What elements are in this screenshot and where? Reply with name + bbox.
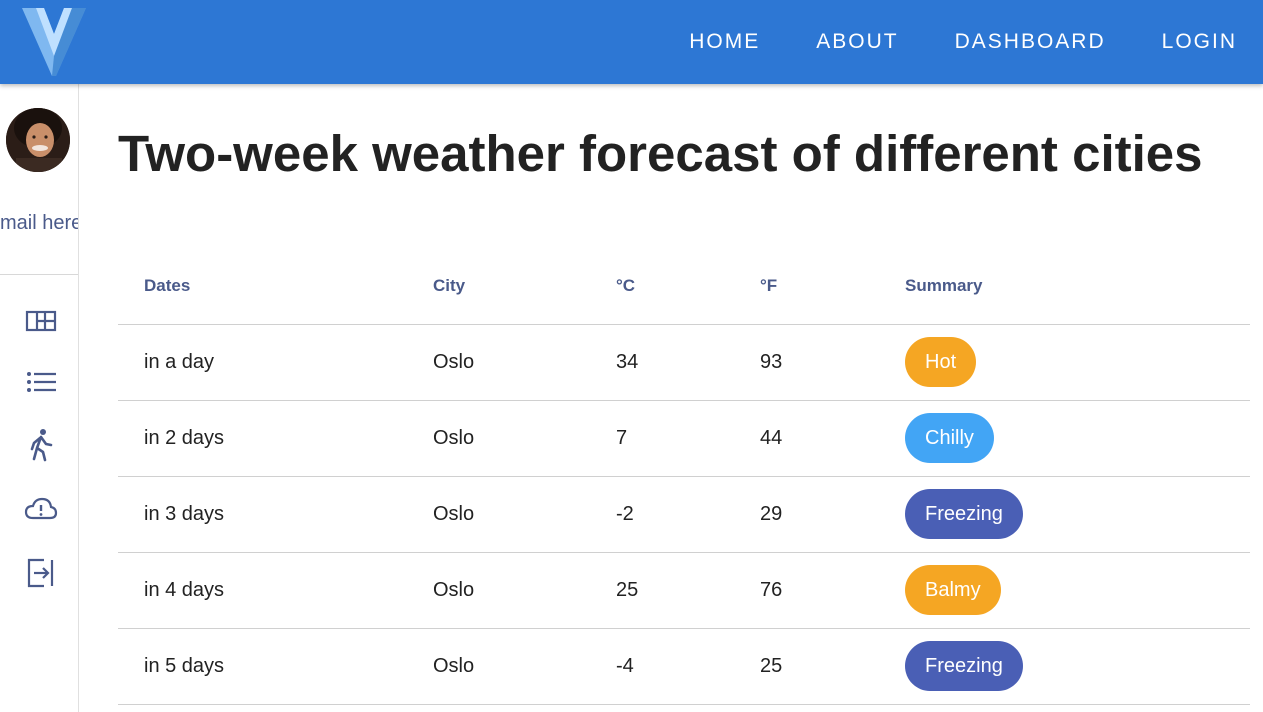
page-title: Two-week weather forecast of different c… xyxy=(118,125,1203,182)
cell-fahrenheit: 29 xyxy=(760,476,905,553)
cell-date: in 5 days xyxy=(118,628,433,705)
cell-fahrenheit: 44 xyxy=(760,400,905,477)
table-row: in 4 days Oslo 25 76 Balmy xyxy=(118,552,1250,629)
summary-chip: Freezing xyxy=(905,641,1023,691)
cell-celsius: -2 xyxy=(616,476,760,553)
sidebar-divider xyxy=(0,274,78,275)
table-header-row: Dates City °C °F Summary xyxy=(118,248,1250,325)
header-city[interactable]: City xyxy=(433,248,616,325)
header-celsius[interactable]: °C xyxy=(616,248,760,325)
dashboard-icon[interactable] xyxy=(24,304,58,338)
cell-city: Oslo xyxy=(433,552,616,629)
summary-chip: Hot xyxy=(905,337,977,387)
cell-fahrenheit: 76 xyxy=(760,552,905,629)
app-bar: HOME ABOUT DASHBOARD LOGIN xyxy=(0,0,1263,84)
cell-city: Oslo xyxy=(433,476,616,553)
summary-chip: Balmy xyxy=(905,565,1001,615)
avatar[interactable] xyxy=(6,108,70,172)
cell-date: in 2 days xyxy=(118,400,433,477)
header-summary[interactable]: Summary xyxy=(905,248,1250,325)
exit-icon[interactable] xyxy=(24,556,58,590)
user-email: mail here xyxy=(0,212,79,234)
summary-chip: Freezing xyxy=(905,489,1023,539)
table-row: in a day Oslo 34 93 Hot xyxy=(118,324,1250,401)
list-icon[interactable] xyxy=(24,366,58,400)
cell-city: Oslo xyxy=(433,324,616,401)
cell-fahrenheit: 93 xyxy=(760,324,905,401)
table-row: in 3 days Oslo -2 29 Freezing xyxy=(118,476,1250,553)
summary-chip: Chilly xyxy=(905,413,994,463)
walking-icon[interactable] xyxy=(24,428,58,462)
cell-city: Oslo xyxy=(433,628,616,705)
sidebar: mail here xyxy=(0,84,79,712)
nav-dashboard[interactable]: DASHBOARD xyxy=(955,30,1106,54)
cell-celsius: 25 xyxy=(616,552,760,629)
cell-city: Oslo xyxy=(433,400,616,477)
forecast-table: Dates City °C °F Summary in a day Oslo 3… xyxy=(118,248,1250,705)
table-row: in 2 days Oslo 7 44 Chilly xyxy=(118,400,1250,477)
cell-celsius: 7 xyxy=(616,400,760,477)
cell-date: in a day xyxy=(118,324,433,401)
cell-date: in 4 days xyxy=(118,552,433,629)
table-row: in 5 days Oslo -4 25 Freezing xyxy=(118,628,1250,705)
nav-login[interactable]: LOGIN xyxy=(1162,30,1237,54)
cell-celsius: -4 xyxy=(616,628,760,705)
nav-home[interactable]: HOME xyxy=(689,30,760,54)
cloud-alert-icon[interactable] xyxy=(24,492,58,526)
header-dates[interactable]: Dates xyxy=(118,248,433,325)
cell-celsius: 34 xyxy=(616,324,760,401)
header-fahrenheit[interactable]: °F xyxy=(760,248,905,325)
cell-date: in 3 days xyxy=(118,476,433,553)
vuetify-logo-icon[interactable] xyxy=(22,4,86,76)
top-nav: HOME ABOUT DASHBOARD LOGIN xyxy=(633,0,1237,84)
cell-fahrenheit: 25 xyxy=(760,628,905,705)
nav-about[interactable]: ABOUT xyxy=(816,30,898,54)
